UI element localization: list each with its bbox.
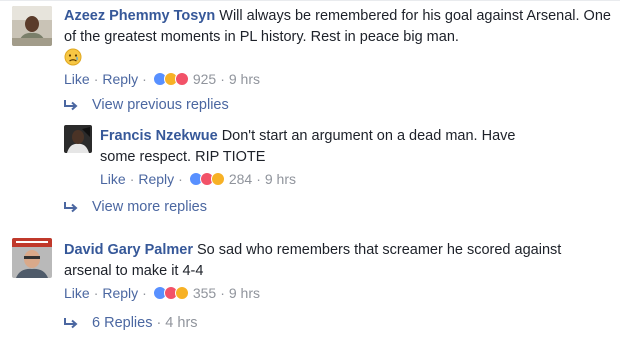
comment-timestamp[interactable]: 9 hrs [229, 285, 260, 301]
love-reaction-icon [174, 72, 189, 86]
reply-link[interactable]: Reply [102, 285, 138, 301]
profile-photo-icon [64, 125, 92, 153]
avatar[interactable] [64, 125, 92, 153]
wow-reaction-icon [210, 172, 225, 186]
sad-face-emoji [64, 48, 82, 67]
profile-photo-icon [12, 238, 52, 278]
separator: · [93, 71, 99, 87]
separator: · [129, 171, 135, 187]
profile-photo-icon [12, 6, 52, 46]
comment-timestamp[interactable]: 9 hrs [265, 171, 296, 187]
separator: · [93, 285, 99, 301]
avatar[interactable] [12, 238, 52, 278]
comment-author[interactable]: Francis Nzekwue [100, 128, 218, 144]
like-link[interactable]: Like [64, 71, 90, 87]
separator: · [220, 71, 225, 87]
reaction-count[interactable]: 284 [229, 171, 252, 187]
view-more-replies-link[interactable]: View more replies [62, 197, 207, 217]
view-more-replies-label: View more replies [92, 199, 207, 215]
reactions-summary[interactable] [152, 72, 189, 86]
like-link[interactable]: Like [64, 285, 90, 301]
view-previous-replies-label: View previous replies [92, 97, 229, 113]
comment-author[interactable]: Azeez Phemmy Tosyn [64, 8, 215, 24]
separator: · [220, 285, 225, 301]
reactions-summary[interactable] [152, 286, 189, 300]
replies-timestamp: 4 hrs [165, 315, 198, 331]
reply-arrow-icon [64, 318, 78, 329]
sad-face-icon [64, 48, 82, 66]
sad-reaction-icon [174, 286, 189, 300]
reply-arrow-icon [64, 100, 78, 111]
separator: · [256, 171, 261, 187]
separator: · [178, 171, 183, 187]
reactions-summary[interactable] [188, 172, 225, 186]
reply-link[interactable]: Reply [138, 171, 174, 187]
separator: · [142, 71, 147, 87]
view-previous-replies-link[interactable]: View previous replies [62, 95, 229, 115]
avatar[interactable] [12, 6, 52, 46]
separator: · [156, 315, 162, 331]
separator: · [142, 285, 147, 301]
reaction-count[interactable]: 355 [193, 285, 216, 301]
like-link[interactable]: Like [100, 171, 126, 187]
replies-count-label: 6 Replies [92, 315, 153, 331]
replies-summary-link[interactable]: 6 Replies · 4 hrs [62, 313, 198, 333]
reply-arrow-icon [64, 202, 78, 213]
reaction-count[interactable]: 925 [193, 71, 216, 87]
comment-timestamp[interactable]: 9 hrs [229, 71, 260, 87]
comment-author[interactable]: David Gary Palmer [64, 242, 193, 258]
reply-link[interactable]: Reply [102, 71, 138, 87]
top-divider [0, 0, 620, 1]
